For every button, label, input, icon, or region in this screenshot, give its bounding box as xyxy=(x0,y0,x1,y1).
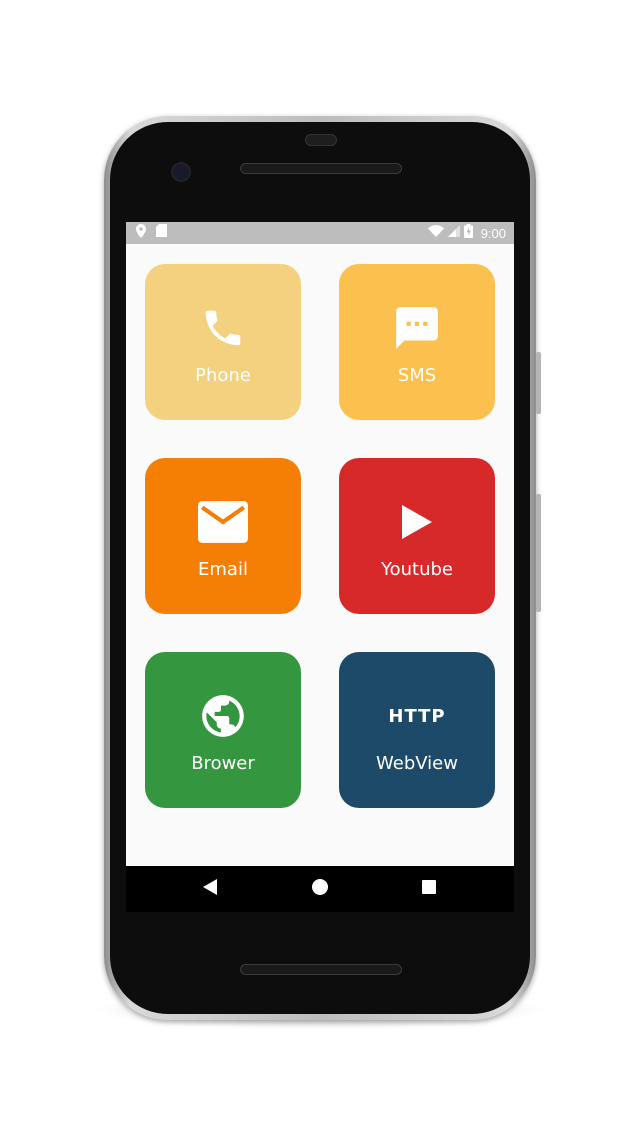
volume-rocker[interactable] xyxy=(536,494,541,612)
webview-label: WebView xyxy=(376,753,458,774)
email-tile[interactable]: Email xyxy=(145,458,301,614)
recents-button[interactable] xyxy=(399,866,459,912)
phone-icon xyxy=(197,302,249,354)
battery-icon xyxy=(463,223,473,243)
location-icon xyxy=(136,223,146,243)
http-icon: HTTP xyxy=(388,690,446,742)
play-icon xyxy=(391,496,443,548)
sd-card-icon xyxy=(156,224,167,242)
screen: 9:00 Phone SMS Email Youtube Brower HTTP… xyxy=(126,222,514,912)
front-camera xyxy=(171,162,191,182)
bottom-speaker-grille xyxy=(240,964,402,975)
back-icon xyxy=(203,878,217,900)
email-icon xyxy=(197,496,249,548)
browser-tile[interactable]: Brower xyxy=(145,652,301,808)
http-icon-text: HTTP xyxy=(388,705,446,727)
status-clock: 9:00 xyxy=(480,225,506,241)
wifi-icon xyxy=(427,224,444,242)
sms-label: SMS xyxy=(397,365,437,386)
sms-icon xyxy=(391,302,443,354)
signal-icon xyxy=(447,224,460,242)
youtube-tile[interactable]: Youtube xyxy=(339,458,495,614)
youtube-label: Youtube xyxy=(381,559,453,580)
navigation-bar xyxy=(126,866,514,912)
recents-icon xyxy=(422,879,436,899)
app-grid: Phone SMS Email Youtube Brower HTTP WebV… xyxy=(126,244,514,866)
webview-tile[interactable]: HTTP WebView xyxy=(339,652,495,808)
status-bar: 9:00 xyxy=(126,222,514,244)
home-icon xyxy=(312,878,328,900)
email-label: Email xyxy=(198,559,248,580)
power-button[interactable] xyxy=(536,352,541,414)
back-button[interactable] xyxy=(180,866,240,912)
globe-icon xyxy=(197,690,249,742)
device-frame: 9:00 Phone SMS Email Youtube Brower HTTP… xyxy=(0,0,640,1138)
home-button[interactable] xyxy=(290,866,350,912)
phone-label: Phone xyxy=(195,365,251,386)
browser-label: Brower xyxy=(191,753,255,774)
earpiece xyxy=(305,134,337,146)
top-speaker-grille xyxy=(240,163,402,174)
phone-tile[interactable]: Phone xyxy=(145,264,301,420)
sms-tile[interactable]: SMS xyxy=(339,264,495,420)
